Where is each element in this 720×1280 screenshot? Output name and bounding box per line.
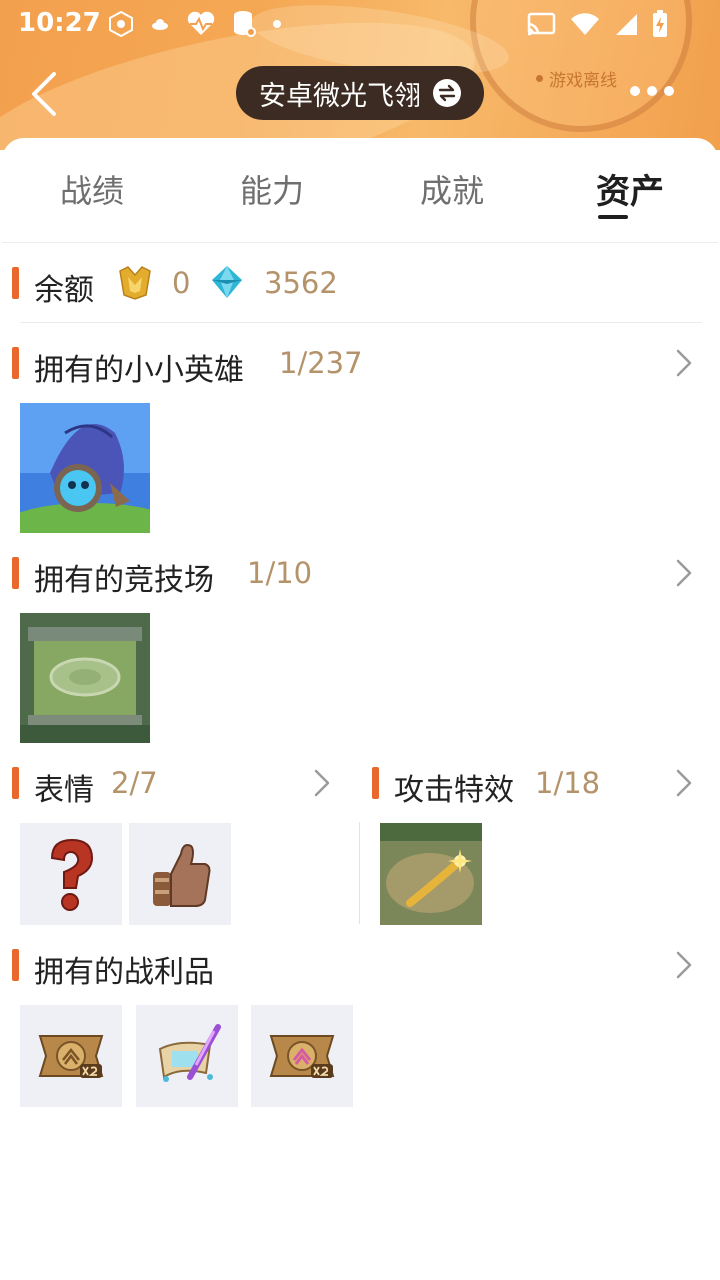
little-legends-title: 拥有的小小英雄 [34, 353, 244, 388]
tab-assets[interactable]: 资产 [596, 164, 664, 213]
emote-question-tile[interactable] [20, 823, 122, 925]
arena-thumbnail[interactable] [20, 613, 150, 743]
tab-bar: 战绩 能力 成就 资产 [2, 138, 718, 243]
emote-thumbs-up-tile[interactable] [129, 823, 231, 925]
section-accent-bar [12, 267, 19, 299]
game-status-badge: 游戏离线 [536, 66, 617, 91]
status-dot-icon [536, 75, 543, 82]
boom-thumbnail[interactable] [380, 823, 482, 925]
gold-coin-icon [119, 266, 151, 300]
section-accent-bar [12, 347, 19, 379]
arenas-chevron-right-icon[interactable] [674, 558, 694, 588]
section-accent-bar [372, 767, 379, 799]
little-legend-thumbnail[interactable] [20, 403, 150, 533]
wifi-icon [571, 13, 599, 36]
emotes-chevron-right-icon[interactable] [312, 768, 332, 798]
thumbs-up-emote-icon [153, 844, 211, 907]
signal-icon [616, 14, 637, 35]
active-tab-indicator [598, 215, 628, 219]
balance-title: 余额 [34, 273, 94, 308]
loot-title: 拥有的战利品 [34, 955, 214, 990]
booms-title: 攻击特效 [394, 773, 514, 808]
emotes-title: 表情 [34, 773, 94, 808]
battery-icon [653, 10, 667, 37]
profile-header: 10:27 安卓微光飞翎 游戏离线 [0, 0, 720, 150]
section-accent-bar [12, 949, 19, 981]
more-options-button[interactable] [630, 86, 674, 96]
cast-icon [527, 12, 556, 36]
game-app-icon [109, 11, 133, 37]
loot-chevron-right-icon[interactable] [674, 950, 694, 980]
loot-item-tile[interactable] [20, 1005, 122, 1107]
status-bar: 10:27 [0, 0, 720, 48]
section-accent-bar [12, 767, 19, 799]
divider [359, 822, 360, 924]
gold-value: 0 [172, 266, 191, 300]
divider [20, 322, 702, 323]
loot-item-tile[interactable] [251, 1005, 353, 1107]
status-time: 10:27 [18, 8, 101, 38]
question-mark-emote-icon [50, 838, 94, 911]
game-status-text: 游戏离线 [549, 71, 617, 91]
arenas-count: 1/10 [247, 556, 313, 590]
rank-token-icon [38, 1035, 104, 1078]
rank-token-pink-icon [269, 1035, 335, 1078]
back-button[interactable] [26, 70, 66, 118]
little-legends-count: 1/237 [279, 346, 363, 380]
tab-record[interactable]: 战绩 [60, 166, 124, 212]
account-switcher[interactable]: 安卓微光飞翎 [236, 66, 484, 120]
cloud-icon [152, 19, 168, 30]
scroll-quill-icon [158, 1024, 221, 1082]
section-accent-bar [12, 557, 19, 589]
booms-count: 1/18 [535, 766, 601, 800]
tab-achievement[interactable]: 成就 [420, 166, 484, 212]
player-name: 安卓微光飞翎 [259, 80, 421, 112]
tab-ability[interactable]: 能力 [240, 166, 304, 212]
diamond-icon [212, 266, 242, 298]
diamond-value: 3562 [264, 266, 338, 300]
notification-dot-icon [273, 20, 281, 28]
switch-account-icon [433, 79, 461, 107]
booms-chevron-right-icon[interactable] [674, 768, 694, 798]
health-icon [187, 11, 215, 35]
arenas-title: 拥有的竞技场 [34, 563, 214, 598]
emotes-count: 2/7 [111, 766, 158, 800]
database-icon [234, 11, 256, 37]
little-legends-chevron-right-icon[interactable] [674, 348, 694, 378]
loot-item-tile[interactable] [136, 1005, 238, 1107]
